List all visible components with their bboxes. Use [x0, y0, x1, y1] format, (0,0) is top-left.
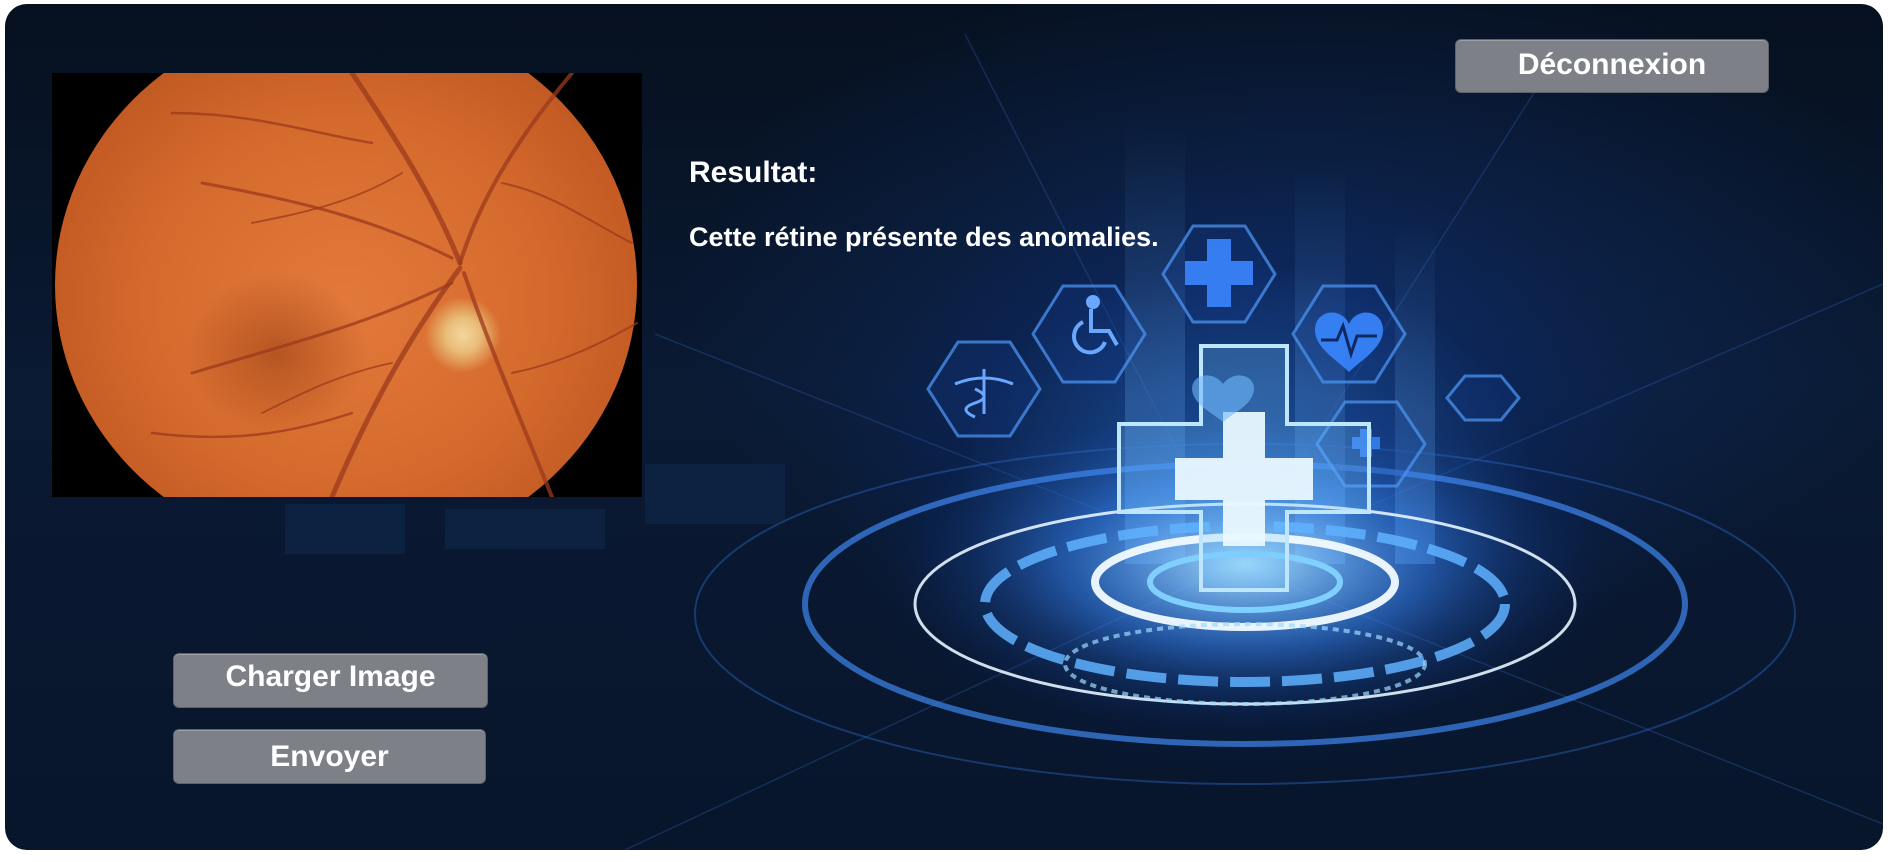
logout-button[interactable]: Déconnexion	[1455, 39, 1769, 93]
send-button[interactable]: Envoyer	[173, 729, 486, 784]
load-image-button[interactable]: Charger Image	[173, 653, 488, 708]
result-title: Resultat:	[689, 156, 818, 189]
retina-vessels	[150, 73, 638, 497]
app-window: Resultat: Cette rétine présente des anom…	[5, 4, 1883, 850]
retina-image	[52, 73, 642, 497]
result-message: Cette rétine présente des anomalies.	[689, 222, 1159, 252]
